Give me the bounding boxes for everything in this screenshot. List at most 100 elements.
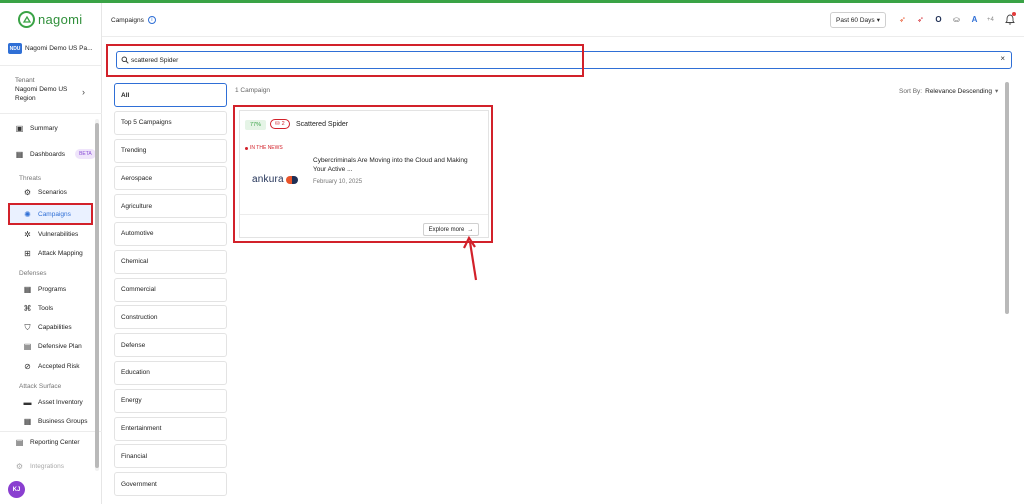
sidebar-item-programs[interactable]: ▦ Programs <box>23 285 66 294</box>
divider <box>0 65 102 66</box>
section-threats: Threats <box>19 175 42 182</box>
sort-label: Sort By: <box>899 87 923 95</box>
category-item[interactable]: Aerospace <box>114 166 227 191</box>
category-item[interactable]: Energy <box>114 388 227 413</box>
search-highlight-box <box>106 44 584 77</box>
notification-dot <box>1012 12 1016 16</box>
scenarios-icon: ⚙ <box>23 188 32 197</box>
groups-icon: ▦ <box>23 417 32 426</box>
page-title: Campaigns i <box>111 16 156 24</box>
integrations-icon: ⚙ <box>15 462 24 471</box>
org-badge: NDU <box>8 43 22 54</box>
sidebar-item-asset-inventory[interactable]: ▬ Asset Inventory <box>23 398 83 407</box>
sidebar-item-attack-mapping[interactable]: ⊞ Attack Mapping <box>23 249 83 258</box>
campaigns-icon: ✺ <box>24 210 31 219</box>
divider <box>0 113 102 114</box>
caret-down-icon: ▾ <box>994 88 999 95</box>
integration-icons: ➶ ➶ O ⛀ A +4 <box>897 14 994 25</box>
tenant-label: Tenant <box>15 77 35 84</box>
page-title-text: Campaigns <box>111 16 144 24</box>
crowdstrike-icon[interactable]: ➶ <box>897 14 908 25</box>
category-item[interactable]: Education <box>114 360 227 385</box>
sidebar-item-reporting-center[interactable]: ▤ Reporting Center <box>15 438 80 447</box>
category-item[interactable]: Defense <box>114 333 227 358</box>
chevron-right-icon: › <box>82 87 85 97</box>
sidebar-item-tools[interactable]: ⌘ Tools <box>23 304 54 313</box>
sidebar-item-accepted-risk[interactable]: ⊘ Accepted Risk <box>23 362 79 371</box>
card-highlight-box <box>233 105 493 243</box>
sidebar-item-label: Reporting Center <box>30 439 80 446</box>
sidebar: nagomi NDU Nagomi Demo US Pa... Tenant N… <box>0 3 102 504</box>
org-switcher[interactable]: NDU Nagomi Demo US Pa... <box>8 43 93 54</box>
shield-icon: ⛉ <box>24 322 31 332</box>
sidebar-item-campaigns[interactable]: ✺ Campaigns <box>23 210 71 219</box>
page-header: Campaigns i Past 60 Days ▾ ➶ ➶ O ⛀ A +4 <box>102 3 1024 37</box>
sidebar-item-integrations[interactable]: ⚙ Integrations <box>15 462 64 471</box>
tenant-selector[interactable]: Tenant Nagomi Demo US Region › <box>15 77 95 103</box>
org-name: Nagomi Demo US Pa... <box>25 45 93 52</box>
sidebar-item-label: Integrations <box>30 463 64 470</box>
report-icon: ▤ <box>15 438 24 447</box>
date-range-select[interactable]: Past 60 Days ▾ <box>830 12 886 28</box>
sidebar-item-label: Vulnerabilities <box>38 231 79 238</box>
sort-select[interactable]: Sort By: Relevance Descending ▾ <box>899 87 999 96</box>
category-item[interactable]: Financial <box>114 444 227 469</box>
sidebar-item-vulnerabilities[interactable]: ✲ Vulnerabilities <box>23 230 78 239</box>
risk-icon: ⊘ <box>24 362 31 371</box>
brand-logo[interactable]: nagomi <box>18 11 82 28</box>
sidebar-item-defensive-plan[interactable]: ▤ Defensive Plan <box>23 342 82 351</box>
sidebar-item-summary[interactable]: ▣ Summary <box>15 124 58 133</box>
annotation-arrow <box>463 236 478 281</box>
sidebar-item-label: Asset Inventory <box>38 399 83 406</box>
mapping-icon: ⊞ <box>24 249 31 258</box>
caret-down-icon: ▾ <box>876 17 880 24</box>
sidebar-item-dashboards[interactable]: ▦ Dashboards BETA <box>15 149 96 159</box>
programs-icon: ▦ <box>23 285 32 294</box>
mail-gateway-icon[interactable]: ⛀ <box>951 14 962 25</box>
category-item[interactable]: Trending <box>114 138 227 163</box>
category-item[interactable]: All <box>114 83 227 107</box>
falcon-icon[interactable]: ➶ <box>915 14 926 25</box>
brand-name: nagomi <box>38 12 83 27</box>
sidebar-item-label: Business Groups <box>38 418 88 425</box>
user-avatar[interactable]: KJ <box>8 481 25 498</box>
document-icon: ▤ <box>23 342 32 351</box>
sidebar-item-label: Attack Mapping <box>38 250 83 257</box>
category-item[interactable]: Top 5 Campaigns <box>114 110 227 135</box>
category-item[interactable]: Government <box>114 472 227 497</box>
sidebar-item-scenarios[interactable]: ⚙ Scenarios <box>23 188 67 197</box>
divider <box>0 431 102 432</box>
tenant-value: Nagomi Demo US Region <box>15 86 68 102</box>
main-scrollbar-thumb[interactable] <box>1005 82 1009 314</box>
sidebar-item-label: Campaigns <box>38 211 71 218</box>
more-integrations-count[interactable]: +4 <box>987 17 994 23</box>
dashboard-icon: ▦ <box>15 149 24 159</box>
sidebar-item-label: Summary <box>30 125 58 132</box>
bug-icon: ✲ <box>24 230 31 239</box>
okta-icon[interactable]: O <box>933 14 944 25</box>
inventory-icon: ▬ <box>23 398 32 407</box>
category-item[interactable]: Commercial <box>114 277 227 302</box>
sidebar-item-label: Defensive Plan <box>38 343 82 350</box>
sort-value: Relevance Descending <box>925 87 992 95</box>
category-list: All Top 5 Campaigns Trending Aerospace Agric… <box>114 83 227 500</box>
sidebar-item-label: Capabilities <box>38 324 72 331</box>
category-item[interactable]: Entertainment <box>114 416 227 441</box>
category-item[interactable]: Automotive <box>114 221 227 246</box>
azure-icon[interactable]: A <box>969 14 980 25</box>
date-range-value: Past 60 Days <box>836 16 875 24</box>
section-defenses: Defenses <box>19 270 47 277</box>
category-item[interactable]: Chemical <box>114 249 227 274</box>
category-item[interactable]: Agriculture <box>114 194 227 219</box>
sidebar-item-business-groups[interactable]: ▦ Business Groups <box>23 417 88 426</box>
sidebar-item-capabilities[interactable]: ⛉ Capabilities <box>23 323 72 332</box>
category-item[interactable]: Construction <box>114 305 227 330</box>
tools-icon: ⌘ <box>23 304 32 313</box>
info-icon[interactable]: i <box>147 16 156 24</box>
result-count: 1 Campaign <box>235 87 271 94</box>
sidebar-item-label: Dashboards <box>30 150 66 158</box>
sidebar-scrollbar-thumb[interactable] <box>95 123 99 468</box>
section-attack-surface: Attack Surface <box>19 383 62 390</box>
sidebar-item-label: Tools <box>38 305 54 312</box>
close-icon[interactable]: × <box>1000 54 1005 63</box>
